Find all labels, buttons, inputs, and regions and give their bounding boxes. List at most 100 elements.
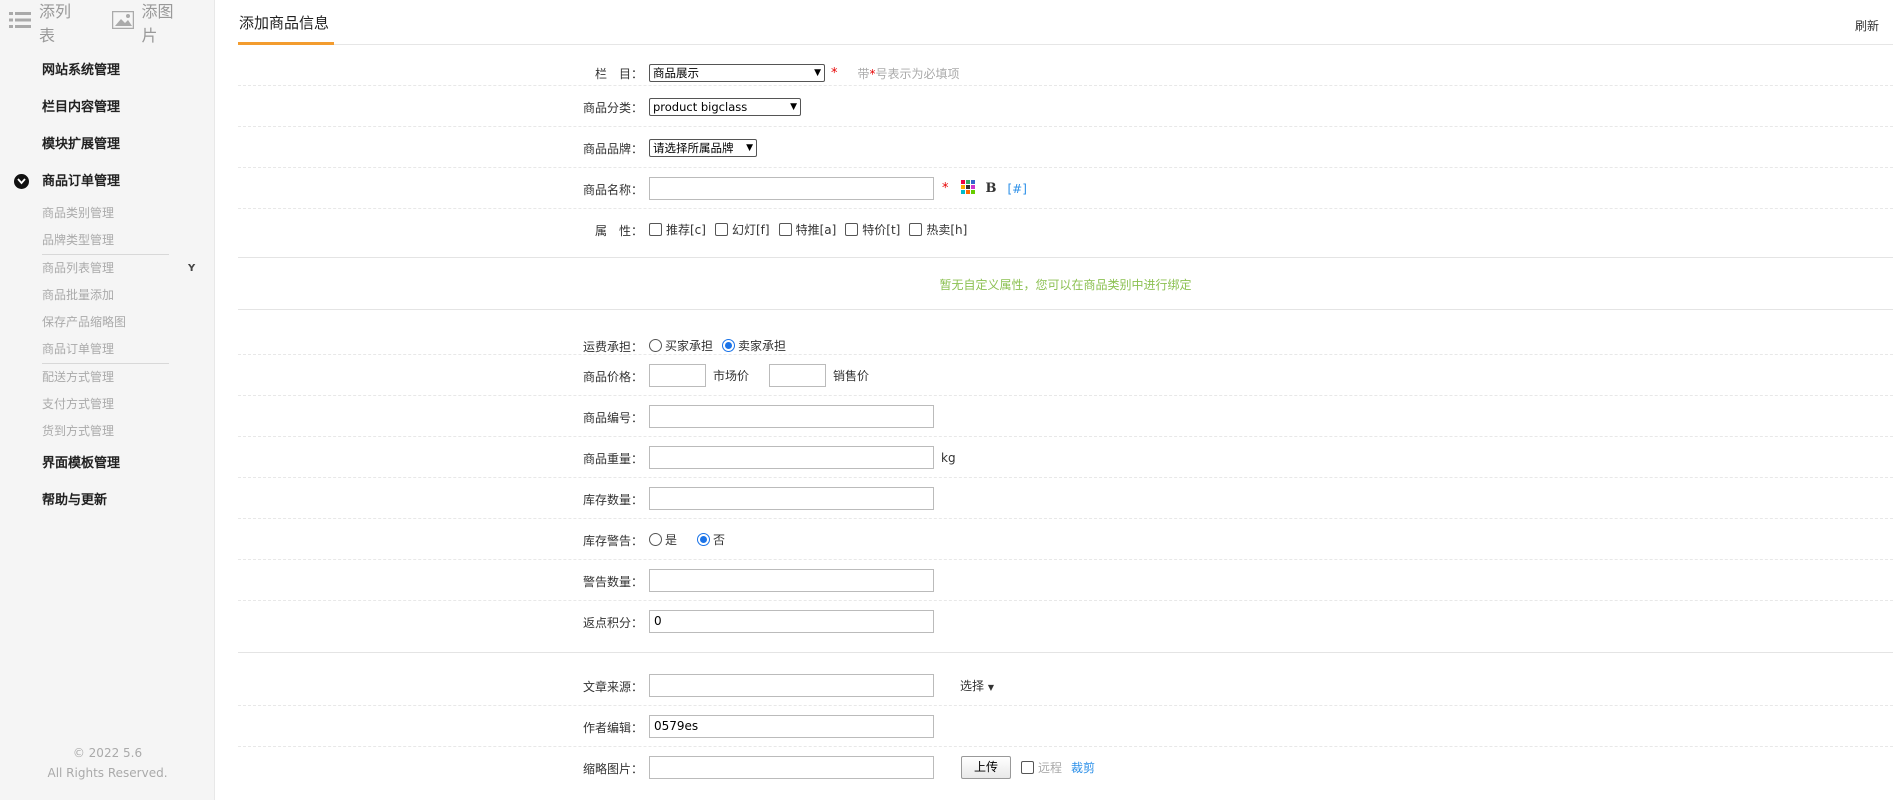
attr-option-label: 特价[t] (862, 223, 901, 237)
attr-option-label: 推荐[c] (666, 223, 706, 237)
sidebar-menu: 网站系统管理 栏目内容管理 模块扩展管理 商品订单管理 商品类别管理 品牌类型管… (0, 52, 214, 519)
form-row-warn-qty: 警告数量： (238, 560, 1893, 601)
form-row-column: 栏 目： 商品展示 ▼ * 带*号表示为必填项 (238, 45, 1893, 86)
checkbox[interactable] (714, 223, 728, 236)
form-row-source: 文章来源： 选择 ▼ (238, 653, 1893, 706)
crop-link[interactable]: 裁剪 (1071, 759, 1095, 776)
category-select-value: product bigclass (653, 100, 748, 114)
sub-item-save-thumb[interactable]: 保存产品缩略图 (0, 309, 214, 336)
remote-option[interactable]: 远程 (1021, 759, 1062, 776)
attr-option-hot[interactable]: 热卖[h] (909, 221, 967, 238)
sub-item-batch-add[interactable]: 商品批量添加 (0, 282, 214, 309)
sub-item-category[interactable]: 商品类别管理 (0, 200, 214, 227)
sidebar-item-site[interactable]: 网站系统管理 (0, 52, 214, 89)
shipping-option-seller[interactable]: 卖家承担 (722, 337, 786, 354)
remote-label: 远程 (1038, 761, 1063, 775)
add-list-button[interactable]: 添列表 (9, 0, 82, 46)
sub-item-product-list[interactable]: 商品列表管理 Y (0, 255, 214, 282)
author-input[interactable]: 0579es (649, 715, 934, 738)
weight-label: 商品重量： (582, 452, 643, 466)
add-image-button[interactable]: 添图片 (111, 0, 185, 46)
sidebar-item-help[interactable]: 帮助与更新 (0, 482, 214, 519)
brand-select[interactable]: 请选择所属品牌 ▼ (649, 139, 757, 157)
source-input[interactable] (649, 674, 934, 697)
form-row-shipping: 运费承担： 买家承担 卖家承担 (238, 310, 1893, 355)
sidebar-item-module[interactable]: 模块扩展管理 (0, 126, 214, 163)
list-icon (9, 11, 31, 33)
market-price-input[interactable] (649, 364, 706, 387)
warn-option-label: 是 (665, 533, 678, 547)
attr-option-special[interactable]: 特推[a] (778, 221, 836, 238)
tab-add-product[interactable]: 添加商品信息 (238, 0, 334, 45)
form-row-sku: 商品编号： (238, 396, 1893, 437)
form-row-weight: 商品重量： kg (238, 437, 1893, 478)
attr-option-discount[interactable]: 特价[t] (845, 221, 900, 238)
sale-price-input[interactable] (769, 364, 827, 387)
warn-qty-field (649, 569, 934, 592)
sku-input[interactable] (649, 405, 934, 428)
sub-item-payment[interactable]: 支付方式管理 (0, 391, 214, 418)
required-star: * (942, 181, 949, 196)
warn-label: 库存警告： (582, 534, 643, 548)
sub-item-orders[interactable]: 商品订单管理 (0, 336, 214, 363)
sub-item-delivery[interactable]: 配送方式管理 (0, 364, 214, 391)
main-content: 添加商品信息 刷新 栏 目： 商品展示 ▼ * 带*号表示为必填项 商品分类： p… (238, 0, 1893, 800)
checkbox[interactable] (845, 223, 859, 236)
copyright-version: © 2022 5.6 (72, 746, 143, 760)
form-row-name: 商品名称： * B [#] (238, 168, 1893, 209)
attr-option-label: 幻灯[f] (731, 223, 770, 237)
shipping-option-buyer[interactable]: 买家承担 (649, 337, 713, 354)
anchor-link[interactable]: [#] (1008, 182, 1027, 196)
checkbox[interactable] (649, 223, 662, 236)
warn-option-no[interactable]: 否 (697, 531, 725, 548)
thumb-label: 缩略图片： (582, 762, 643, 776)
bold-button[interactable]: B (986, 181, 997, 196)
sidebar-item-column[interactable]: 栏目内容管理 (0, 89, 214, 126)
shipping-option-label: 卖家承担 (738, 339, 787, 353)
form-row-brand: 商品品牌： 请选择所属品牌 ▼ (238, 127, 1893, 168)
form-row-attrs: 属 性： 推荐[c] 幻灯[f] 特推[a] 特价[t] 热卖[h] (238, 209, 1893, 258)
sidebar-item-template[interactable]: 界面模板管理 (0, 445, 214, 482)
stock-input[interactable] (649, 487, 934, 510)
category-select[interactable]: product bigclass ▼ (649, 98, 801, 116)
add-image-label: 添图片 (141, 2, 174, 45)
sub-item-cod[interactable]: 货到方式管理 (0, 418, 214, 445)
name-label: 商品名称： (582, 183, 643, 197)
warn-qty-label: 警告数量： (582, 575, 643, 589)
form-row-author: 作者编辑： 0579es (238, 706, 1893, 747)
brand-select-value: 请选择所属品牌 (653, 141, 734, 155)
hint-post: 号表示为必填项 (875, 66, 960, 81)
radio[interactable] (649, 533, 662, 546)
upload-button[interactable]: 上传 (961, 756, 1012, 779)
chevron-down-icon: ▼ (790, 102, 797, 112)
shipping-option-label: 买家承担 (665, 339, 714, 353)
source-choose[interactable]: 选择 ▼ (960, 677, 994, 694)
color-picker-icon[interactable] (960, 180, 975, 197)
attr-option-slide[interactable]: 幻灯[f] (714, 221, 770, 238)
sku-field (649, 405, 934, 428)
attrs-field: 推荐[c] 幻灯[f] 特推[a] 特价[t] 热卖[h] (649, 221, 976, 238)
points-input[interactable]: 0 (649, 610, 934, 633)
checkbox[interactable] (778, 223, 792, 236)
stock-field (649, 487, 934, 510)
sub-item-brand[interactable]: 品牌类型管理 (0, 227, 214, 254)
column-select[interactable]: 商品展示 ▼ (649, 64, 825, 82)
sidebar-item-order[interactable]: 商品订单管理 (0, 163, 214, 200)
sale-price-label: 销售价 (833, 369, 870, 383)
source-choose-label: 选择 (960, 679, 985, 693)
warn-qty-input[interactable] (649, 569, 934, 592)
warn-option-yes[interactable]: 是 (649, 531, 677, 548)
hint-pre: 带 (857, 66, 870, 81)
y-mark: Y (188, 263, 196, 274)
weight-input[interactable] (649, 446, 934, 469)
name-input[interactable] (649, 177, 934, 200)
radio-selected[interactable] (697, 533, 711, 546)
attr-option-recommend[interactable]: 推荐[c] (649, 221, 706, 238)
checkbox[interactable] (909, 223, 923, 236)
checkbox[interactable] (1021, 761, 1035, 774)
form-row-points: 返点积分： 0 (238, 601, 1893, 653)
thumb-input[interactable] (649, 756, 934, 779)
radio-selected[interactable] (722, 339, 736, 352)
radio[interactable] (649, 339, 662, 352)
author-label: 作者编辑： (582, 721, 643, 735)
